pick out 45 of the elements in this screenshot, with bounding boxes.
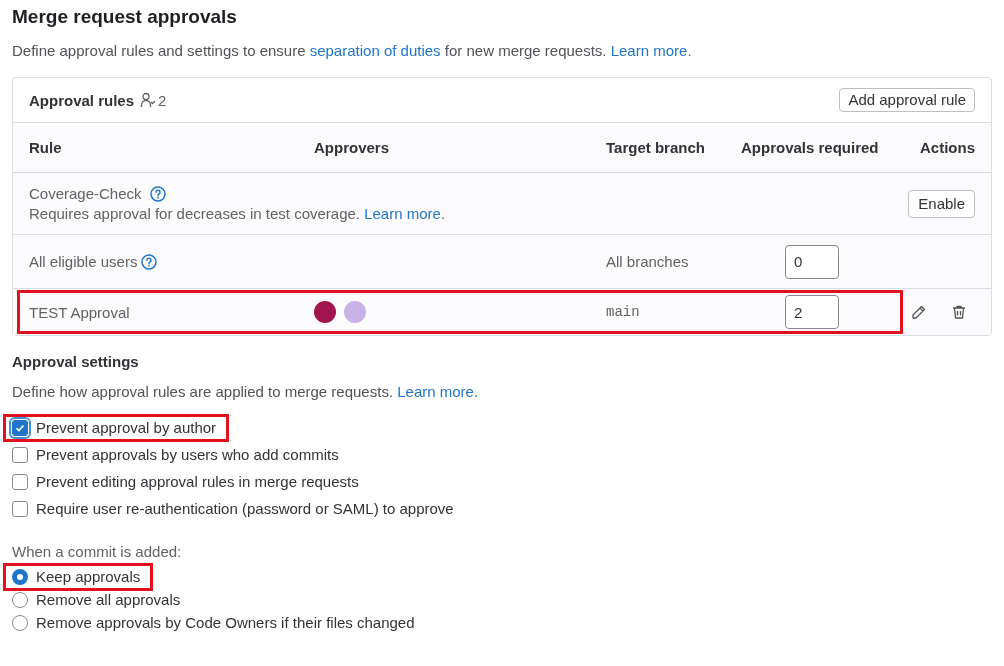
description: Define approval rules and settings to ensure separation of duties for new merge requests. Learn more.: [12, 40, 693, 61]
rule-name: TEST Approval: [29, 302, 130, 323]
checkbox-label: Prevent approvals by users who add commits: [36, 445, 339, 466]
checkbox-label: Prevent editing approval rules in merge requests: [36, 472, 359, 493]
approver-icon: [140, 92, 157, 109]
page-title: Merge request approvals: [12, 6, 238, 29]
checkbox-label: Require user re-authentication (password or SAML) to approve: [36, 499, 454, 520]
help-icon: [141, 253, 158, 270]
target-branch: main: [606, 303, 641, 322]
checkbox-label: Prevent approval by author: [36, 418, 217, 439]
approvals-input[interactable]: 2: [785, 295, 839, 330]
column-header: Target branch: [606, 138, 706, 158]
card-title: Approval rules: [29, 90, 135, 111]
enable-button[interactable]: Enable: [908, 189, 975, 218]
separation-of-duties-link[interactable]: separation of duties: [309, 41, 441, 59]
commit-label: When a commit is added:: [12, 542, 183, 562]
column-header: Approvers: [314, 138, 391, 158]
checkbox[interactable]: [12, 474, 28, 491]
radio-button[interactable]: [12, 591, 28, 608]
rule-description: Requires approval for decreases in test coverage. Learn more.: [29, 203, 447, 224]
rule-name: Coverage-Check: [29, 184, 142, 204]
target-branch: All branches: [606, 252, 690, 272]
rule-count: 2: [158, 90, 167, 111]
checkbox[interactable]: [12, 447, 28, 464]
learn-more-link[interactable]: Learn more.: [397, 382, 479, 400]
learn-more-link[interactable]: Learn more.: [610, 41, 692, 59]
learn-more-link[interactable]: Learn more: [364, 204, 441, 222]
help-icon: [149, 186, 166, 203]
column-header: Approvals required: [741, 138, 880, 158]
column-header: Actions: [919, 138, 975, 158]
delete-icon: [951, 304, 967, 321]
settings-description: Define how approval rules are applied to merge requests. Learn more.: [12, 381, 480, 402]
rule-name: All eligible users: [29, 252, 138, 272]
radio-button[interactable]: [12, 614, 28, 631]
column-header: Rule: [29, 138, 63, 158]
checkbox[interactable]: [12, 420, 28, 437]
radio-label: Keep approvals: [36, 566, 141, 587]
approvals-input[interactable]: 0: [785, 244, 839, 279]
checkbox[interactable]: [12, 501, 28, 518]
radio-label: Remove all approvals: [36, 589, 181, 610]
settings-title: Approval settings: [12, 352, 140, 372]
radio-button[interactable]: [12, 568, 28, 585]
add-approval-rule-button[interactable]: Add approval rule: [839, 88, 975, 113]
radio-label: Remove approvals by Code Owners if their files changed: [36, 612, 415, 633]
edit-icon: [911, 304, 927, 321]
